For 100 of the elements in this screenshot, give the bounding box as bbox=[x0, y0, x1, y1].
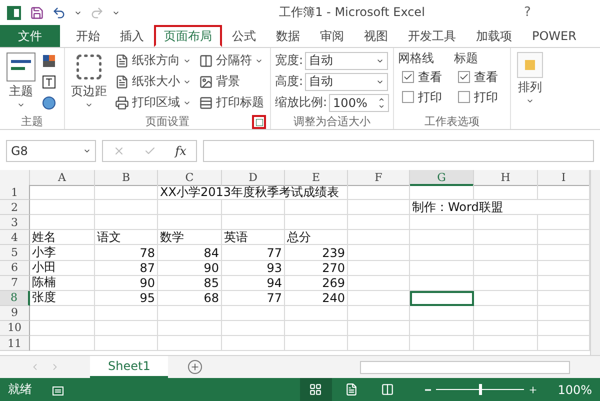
check-icon[interactable] bbox=[144, 145, 156, 157]
table-cell bbox=[348, 276, 410, 291]
save-icon[interactable] bbox=[30, 6, 44, 20]
table-cell bbox=[474, 320, 538, 336]
column-header[interactable]: I bbox=[538, 170, 590, 186]
row-header[interactable]: 9 bbox=[0, 306, 30, 321]
table-cell bbox=[30, 200, 95, 216]
row-header[interactable]: 10 bbox=[0, 320, 30, 336]
ribbon-button[interactable]: 打印标题 bbox=[197, 92, 266, 112]
table-cell bbox=[348, 336, 410, 352]
table-cell: 语文 bbox=[95, 230, 158, 246]
horizontal-scrollbar[interactable] bbox=[360, 360, 570, 374]
table-cell bbox=[158, 336, 222, 352]
ribbon-tab[interactable]: 页面布局 bbox=[154, 25, 222, 47]
sheet-tab[interactable]: Sheet1 bbox=[90, 356, 168, 378]
table-cell bbox=[410, 245, 474, 261]
row-header[interactable]: 3 bbox=[0, 215, 30, 230]
dropdown-field[interactable]: 自动 bbox=[305, 72, 388, 90]
table-cell bbox=[222, 320, 285, 336]
column-header[interactable]: E bbox=[285, 170, 348, 186]
table-cell: 87 bbox=[95, 260, 158, 276]
formula-input[interactable] bbox=[203, 140, 594, 162]
row-header[interactable]: 2 bbox=[0, 200, 30, 216]
ribbon-button[interactable]: 打印区域 bbox=[113, 92, 193, 112]
column-header[interactable]: C bbox=[158, 170, 222, 186]
table-cell bbox=[410, 276, 474, 291]
checkbox[interactable]: 查看 bbox=[454, 67, 506, 87]
table-cell: 小李 bbox=[30, 245, 95, 261]
name-box[interactable]: G8 bbox=[6, 140, 96, 162]
row-header[interactable]: 5 bbox=[0, 245, 30, 261]
table-cell: 总分 bbox=[285, 230, 348, 246]
ribbon-button[interactable]: 背景 bbox=[197, 72, 266, 92]
checkbox[interactable]: 查看 bbox=[398, 67, 450, 87]
margins-icon bbox=[74, 52, 104, 82]
table-cell bbox=[158, 215, 222, 230]
table-cell bbox=[474, 245, 538, 261]
table-cell bbox=[410, 215, 474, 230]
row-header[interactable]: 6 bbox=[0, 260, 30, 276]
table-cell bbox=[410, 336, 474, 352]
dropdown-field[interactable]: 自动 bbox=[305, 52, 388, 70]
table-cell bbox=[95, 320, 158, 336]
checkbox[interactable]: 打印 bbox=[398, 87, 450, 107]
table-cell bbox=[30, 185, 95, 200]
column-header[interactable]: B bbox=[95, 170, 158, 186]
plus-icon bbox=[190, 362, 200, 372]
row-header[interactable]: 1 bbox=[0, 185, 30, 200]
row-header[interactable]: 7 bbox=[0, 276, 30, 291]
group-label: 工作表选项 bbox=[424, 114, 480, 128]
ribbon-button[interactable]: 分隔符 bbox=[197, 50, 266, 70]
ribbon-button[interactable]: 纸张大小 bbox=[113, 72, 193, 92]
table-cell bbox=[410, 306, 474, 321]
table-cell bbox=[474, 306, 538, 321]
table-cell: 姓名 bbox=[30, 230, 95, 246]
table-cell bbox=[30, 215, 95, 230]
table-cell: 269 bbox=[285, 276, 348, 291]
row-header[interactable]: 4 bbox=[0, 230, 30, 246]
row-header[interactable]: 11 bbox=[0, 336, 30, 352]
column-header[interactable]: A bbox=[30, 170, 95, 186]
option-heading: 网格线 bbox=[398, 50, 436, 67]
insert-function-button[interactable]: fx bbox=[175, 144, 186, 158]
spin-field[interactable]: 100% bbox=[329, 94, 390, 112]
table-cell bbox=[348, 245, 410, 261]
table-cell: 68 bbox=[158, 290, 222, 306]
table-cell bbox=[30, 336, 95, 352]
arrange-button[interactable]: 排列 bbox=[515, 50, 546, 129]
table-cell: 张度 bbox=[30, 290, 95, 306]
ribbon-button[interactable]: 纸张方向 bbox=[113, 50, 193, 70]
add-sheet-button[interactable] bbox=[188, 360, 202, 374]
column-header[interactable]: H bbox=[474, 170, 538, 186]
columns-icon bbox=[381, 383, 394, 396]
zoom-in-icon[interactable] bbox=[528, 384, 538, 394]
checkbox[interactable]: 打印 bbox=[454, 87, 506, 107]
table-cell: 95 bbox=[95, 290, 158, 306]
margins-button[interactable]: 页边距 bbox=[69, 50, 109, 113]
printer-icon bbox=[115, 96, 129, 110]
table-cell bbox=[474, 215, 538, 230]
row-header[interactable]: 8 bbox=[0, 290, 30, 306]
table-cell: 94 bbox=[222, 276, 285, 291]
slider-thumb[interactable] bbox=[478, 384, 482, 395]
table-cell bbox=[285, 336, 348, 352]
table-cell bbox=[348, 260, 410, 276]
vertical-scrollbar[interactable] bbox=[590, 170, 600, 355]
column-header[interactable]: G bbox=[410, 170, 474, 186]
help-button[interactable]: ? bbox=[524, 5, 594, 20]
table-cell: 93 bbox=[222, 260, 285, 276]
caret-icon bbox=[83, 147, 91, 155]
macro-record-icon[interactable] bbox=[52, 384, 64, 396]
table-cell bbox=[158, 306, 222, 321]
themes-button[interactable]: 主题 bbox=[4, 50, 38, 113]
table-cell bbox=[348, 306, 410, 321]
file-tab[interactable]: 文件 bbox=[0, 25, 60, 47]
group-label: 页面设置 bbox=[146, 114, 190, 128]
table-cell bbox=[285, 320, 348, 336]
theme-icon bbox=[6, 52, 36, 82]
table-cell bbox=[410, 320, 474, 336]
column-header[interactable]: F bbox=[348, 170, 410, 186]
undo-icon[interactable] bbox=[52, 6, 66, 20]
column-header[interactable]: D bbox=[222, 170, 285, 186]
table-cell bbox=[474, 230, 538, 246]
view-button[interactable] bbox=[300, 378, 332, 401]
